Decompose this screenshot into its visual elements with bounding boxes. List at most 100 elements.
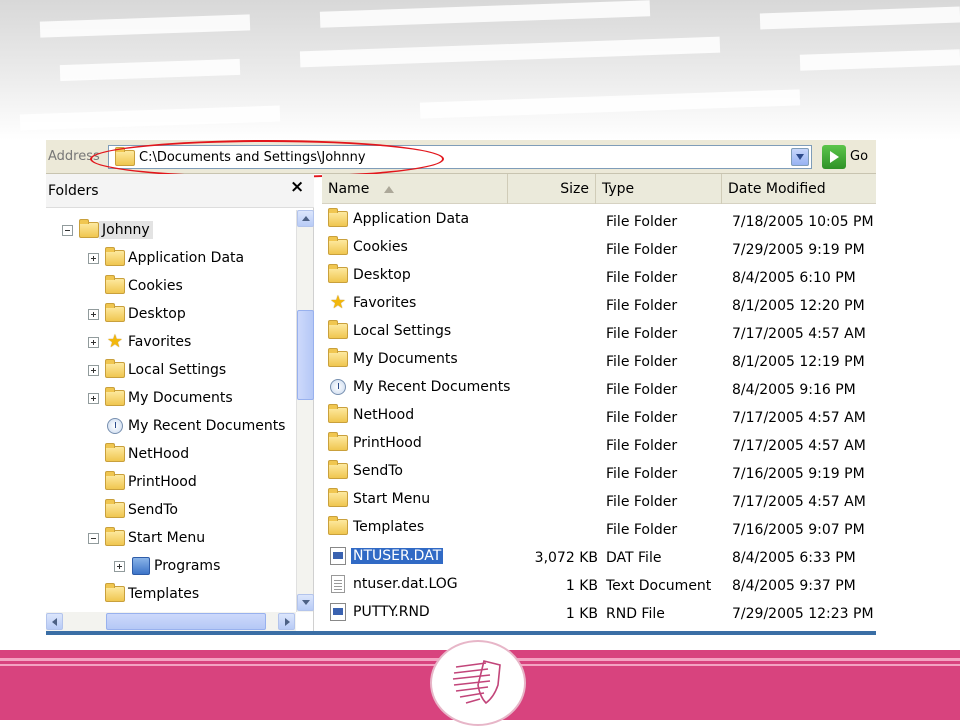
file-date: 8/4/2005 9:37 PM: [732, 578, 856, 594]
tree-item-label: My Recent Documents: [128, 418, 286, 434]
folders-pane: Folders × Johnny Application Data Cookie…: [46, 174, 314, 631]
tree-item-my-recent-documents[interactable]: My Recent Documents: [88, 412, 288, 440]
folder-icon: [328, 432, 348, 451]
expand-icon[interactable]: [88, 252, 99, 264]
folder-icon: [105, 303, 125, 322]
tree-item-desktop[interactable]: Desktop: [88, 300, 189, 328]
slide-background: [0, 0, 960, 140]
table-row-selected[interactable]: NTUSER.DAT 3,072 KB DAT File 8/4/2005 6:…: [322, 544, 876, 572]
column-header-name[interactable]: Name: [322, 174, 508, 204]
decorative-streak: [39, 14, 251, 38]
table-row[interactable]: Application Data File Folder 7/18/2005 1…: [322, 208, 876, 236]
tree-item-johnny[interactable]: Johnny: [62, 216, 153, 244]
expand-icon[interactable]: [88, 308, 99, 320]
file-name: SendTo: [353, 463, 403, 479]
expand-icon[interactable]: [88, 364, 99, 376]
address-input[interactable]: C:\Documents and Settings\Johnny: [108, 145, 812, 169]
folder-tree-horizontal-scrollbar[interactable]: [46, 612, 296, 631]
tree-item-label: Desktop: [128, 306, 186, 322]
scroll-thumb[interactable]: [297, 310, 314, 400]
folder-icon: [105, 247, 125, 266]
folder-tree-vertical-scrollbar[interactable]: [296, 210, 314, 612]
column-header-size[interactable]: Size: [508, 174, 596, 204]
table-row[interactable]: ntuser.dat.LOG 1 KB Text Document 8/4/20…: [322, 572, 876, 600]
file-icon: [330, 547, 346, 565]
collapse-icon[interactable]: [88, 532, 99, 544]
column-header-type[interactable]: Type: [596, 174, 722, 204]
tree-item-local-settings[interactable]: Local Settings: [88, 356, 229, 384]
table-row[interactable]: Templates File Folder 7/16/2005 9:07 PM: [322, 516, 876, 544]
tree-item-label: My Documents: [128, 390, 233, 406]
tree-item-printhood[interactable]: PrintHood: [88, 468, 200, 496]
table-row[interactable]: NetHood File Folder 7/17/2005 4:57 AM: [322, 404, 876, 432]
table-row[interactable]: Start Menu File Folder 7/17/2005 4:57 AM: [322, 488, 876, 516]
file-date: 7/18/2005 10:05 PM: [732, 214, 874, 230]
decorative-streak: [59, 58, 241, 82]
file-name: PrintHood: [353, 435, 422, 451]
file-type: File Folder: [606, 214, 678, 230]
table-row[interactable]: Cookies File Folder 7/29/2005 9:19 PM: [322, 236, 876, 264]
file-type: File Folder: [606, 382, 678, 398]
close-icon[interactable]: ×: [290, 177, 304, 197]
file-name: PUTTY.RND: [353, 604, 430, 620]
tree-item-sendto[interactable]: SendTo: [88, 496, 181, 524]
tree-item-label: Start Menu: [128, 530, 206, 546]
table-row[interactable]: Desktop File Folder 8/4/2005 6:10 PM: [322, 264, 876, 292]
decorative-streak: [419, 89, 801, 119]
scroll-thumb[interactable]: [106, 613, 266, 630]
table-row[interactable]: PUTTY.RND 1 KB RND File 7/29/2005 12:23 …: [322, 600, 876, 628]
collapse-icon[interactable]: [62, 224, 73, 236]
tree-item-my-documents[interactable]: My Documents: [88, 384, 236, 412]
tree-item-cookies[interactable]: Cookies: [88, 272, 186, 300]
file-icon: [330, 603, 346, 621]
scroll-left-button[interactable]: [46, 613, 63, 630]
folder-icon: [328, 516, 348, 535]
folder-icon: [105, 583, 125, 602]
file-size: 1 KB: [565, 578, 598, 594]
expand-icon[interactable]: [114, 560, 125, 572]
folder-icon: [328, 404, 348, 423]
expand-icon[interactable]: [88, 392, 99, 404]
tree-item-templates[interactable]: Templates: [88, 580, 202, 608]
table-row[interactable]: SendTo File Folder 7/16/2005 9:19 PM: [322, 460, 876, 488]
file-name: NTUSER.DAT: [351, 548, 444, 564]
decorative-streak: [299, 36, 721, 68]
table-row[interactable]: My Recent Documents File Folder 8/4/2005…: [322, 376, 876, 404]
tree-item-application-data[interactable]: Application Data: [88, 244, 247, 272]
tree-item-programs[interactable]: Programs: [114, 552, 223, 580]
file-type: File Folder: [606, 298, 678, 314]
address-dropdown-button[interactable]: [791, 148, 809, 166]
file-size: 3,072 KB: [534, 550, 598, 566]
table-row[interactable]: Local Settings File Folder 7/17/2005 4:5…: [322, 320, 876, 348]
programs-icon: [132, 557, 150, 575]
file-type: DAT File: [606, 550, 662, 566]
file-type: RND File: [606, 606, 665, 622]
scroll-down-button[interactable]: [297, 594, 314, 611]
expand-icon[interactable]: [88, 336, 99, 348]
column-header-date-modified[interactable]: Date Modified: [722, 174, 876, 204]
folder-icon: [328, 348, 348, 367]
tree-item-start-menu[interactable]: Start Menu: [88, 524, 208, 552]
file-name: Local Settings: [353, 323, 452, 339]
table-row[interactable]: PrintHood File Folder 7/17/2005 4:57 AM: [322, 432, 876, 460]
table-row[interactable]: My Documents File Folder 8/1/2005 12:19 …: [322, 348, 876, 376]
file-type: File Folder: [606, 354, 678, 370]
shield-logo-icon: [452, 660, 501, 705]
decorative-streak: [759, 6, 960, 30]
scroll-right-button[interactable]: [278, 613, 295, 630]
file-date: 8/4/2005 9:16 PM: [732, 382, 856, 398]
column-header-label: Name: [328, 181, 370, 197]
star-icon: ★: [329, 292, 347, 313]
scroll-up-button[interactable]: [297, 210, 314, 227]
folder-icon: [328, 488, 348, 507]
file-date: 8/1/2005 12:19 PM: [732, 354, 865, 370]
go-button[interactable]: Go: [822, 145, 872, 169]
tree-item-label: PrintHood: [128, 474, 197, 490]
tree-item-nethood[interactable]: NetHood: [88, 440, 192, 468]
file-size: 1 KB: [565, 606, 598, 622]
table-row[interactable]: ★ Favorites File Folder 8/1/2005 12:20 PM: [322, 292, 876, 320]
file-date: 8/1/2005 12:20 PM: [732, 298, 865, 314]
folder-icon: [328, 208, 348, 227]
file-type: File Folder: [606, 410, 678, 426]
tree-item-favorites[interactable]: ★ Favorites: [88, 328, 194, 356]
